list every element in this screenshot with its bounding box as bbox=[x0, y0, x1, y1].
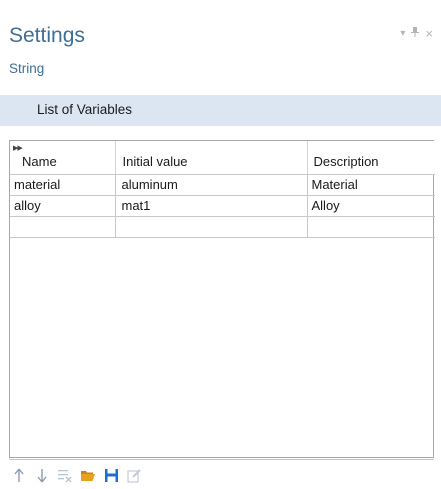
edit-icon[interactable] bbox=[126, 466, 142, 484]
cell-name[interactable] bbox=[10, 216, 116, 238]
cell-description[interactable]: Alloy bbox=[307, 195, 435, 217]
table-toolbar bbox=[11, 466, 142, 484]
variables-table-frame: ▶▶ Name Initial value Description materi… bbox=[9, 140, 435, 458]
cell-name[interactable]: material bbox=[10, 174, 116, 196]
section-header[interactable]: List of Variables bbox=[0, 95, 441, 126]
open-folder-icon[interactable] bbox=[80, 466, 96, 484]
column-header-name[interactable]: ▶▶ Name bbox=[10, 141, 116, 175]
cell-description[interactable]: Material bbox=[307, 174, 435, 196]
toolbar-divider bbox=[9, 459, 434, 460]
column-header-initial-value[interactable]: Initial value bbox=[115, 141, 308, 175]
section-label: List of Variables bbox=[37, 102, 133, 117]
window-controls: ▾ × bbox=[400, 27, 433, 40]
cell-initial-value[interactable] bbox=[115, 216, 308, 238]
expand-columns-icon[interactable]: ▶▶ bbox=[13, 144, 23, 152]
column-header-description[interactable]: Description bbox=[307, 141, 435, 175]
save-icon[interactable] bbox=[103, 466, 119, 484]
page-subtitle: String bbox=[9, 61, 45, 76]
move-down-icon[interactable] bbox=[34, 466, 50, 484]
delete-icon[interactable] bbox=[57, 466, 73, 484]
column-header-label: Initial value bbox=[122, 153, 188, 169]
column-header-label: Description bbox=[313, 153, 379, 169]
cell-initial-value[interactable]: aluminum bbox=[115, 174, 308, 196]
variables-table: ▶▶ Name Initial value Description materi… bbox=[10, 141, 435, 238]
page-title: Settings bbox=[9, 24, 85, 47]
table-row[interactable]: alloy mat1 Alloy bbox=[10, 195, 435, 217]
cell-name[interactable]: alloy bbox=[10, 195, 116, 217]
table-row[interactable]: material aluminum Material bbox=[10, 174, 435, 196]
table-header-row: ▶▶ Name Initial value Description bbox=[10, 141, 435, 175]
chevron-down-icon[interactable]: ▾ bbox=[400, 28, 405, 39]
column-header-label: Name bbox=[22, 153, 57, 169]
cell-initial-value[interactable]: mat1 bbox=[115, 195, 308, 217]
pin-icon[interactable] bbox=[411, 27, 420, 40]
table-row[interactable] bbox=[10, 216, 435, 238]
close-icon[interactable]: × bbox=[425, 27, 433, 40]
move-up-icon[interactable] bbox=[11, 466, 27, 484]
cell-description[interactable] bbox=[307, 216, 435, 238]
